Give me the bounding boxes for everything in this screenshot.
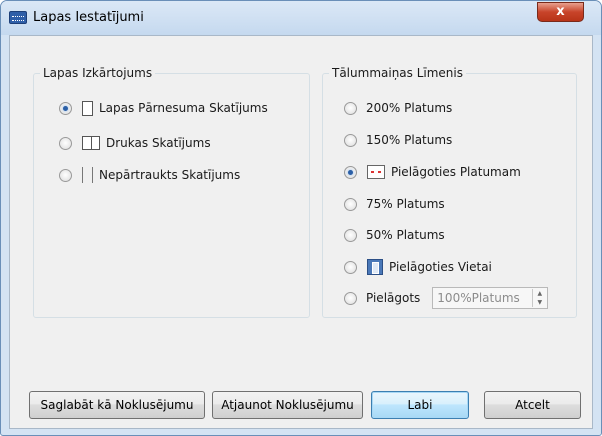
radio-page-flip[interactable]	[59, 101, 72, 115]
layout-option-print[interactable]: Drukas Skatījums	[59, 134, 211, 152]
spin-up-icon[interactable]: ▲	[533, 289, 546, 298]
app-icon	[9, 11, 27, 24]
layout-option-label: Lapas Pārnesuma Skatījums	[99, 101, 268, 115]
zoom-option-200[interactable]: 200% Platums	[344, 99, 452, 117]
zoom-option-label: Pielāgoties Platumam	[391, 165, 521, 179]
radio-zoom-50[interactable]	[344, 228, 357, 242]
radio-zoom-150[interactable]	[344, 133, 357, 147]
zoom-option-fit-width[interactable]: Pielāgoties Platumam	[344, 163, 521, 181]
fit-page-icon	[367, 259, 383, 275]
continuous-page-icon	[82, 167, 93, 183]
zoom-level-legend: Tālummaiņas Līmenis	[332, 66, 463, 80]
zoom-option-label: 75% Platums	[366, 197, 445, 211]
custom-zoom-value: 100%Platums	[437, 291, 520, 305]
radio-zoom-fit-width[interactable]	[344, 165, 357, 179]
fit-width-icon	[367, 165, 385, 179]
spin-down-icon[interactable]: ▼	[533, 298, 546, 307]
zoom-option-label: Pielāgots	[366, 291, 421, 305]
cancel-button[interactable]: Atcelt	[484, 391, 581, 419]
dialog-body: Lapas Izkārtojums Lapas Pārnesuma Skatīj…	[9, 35, 593, 429]
page-layout-legend: Lapas Izkārtojums	[43, 66, 153, 80]
zoom-option-label: 50% Platums	[366, 228, 445, 242]
radio-zoom-custom[interactable]	[344, 291, 357, 305]
save-as-default-button[interactable]: Saglabāt kā Noklusējumu	[29, 391, 205, 419]
zoom-option-label: 200% Platums	[366, 101, 453, 115]
zoom-option-150[interactable]: 150% Platums	[344, 131, 452, 149]
two-page-icon	[82, 136, 100, 150]
zoom-option-label: 150% Platums	[366, 133, 453, 147]
zoom-option-50[interactable]: 50% Platums	[344, 226, 445, 244]
radio-zoom-75[interactable]	[344, 197, 357, 211]
single-page-icon	[82, 100, 93, 116]
zoom-option-75[interactable]: 75% Platums	[344, 195, 445, 213]
stepper-buttons: ▲ ▼	[532, 289, 546, 307]
layout-option-label: Drukas Skatījums	[106, 136, 211, 150]
title-bar[interactable]: Lapas Iestatījumi x	[1, 1, 601, 35]
radio-zoom-200[interactable]	[344, 101, 357, 115]
page-settings-dialog: Lapas Iestatījumi x Lapas Izkārtojums La…	[0, 0, 602, 436]
radio-continuous[interactable]	[59, 168, 72, 182]
zoom-option-fit-page[interactable]: Pielāgoties Vietai	[344, 258, 492, 276]
radio-zoom-fit-page[interactable]	[344, 260, 357, 274]
window-title: Lapas Iestatījumi	[33, 10, 144, 25]
close-button[interactable]: x	[537, 2, 584, 22]
ok-button[interactable]: Labi	[371, 391, 469, 419]
radio-print[interactable]	[59, 136, 72, 150]
zoom-option-label: Pielāgoties Vietai	[389, 260, 492, 274]
zoom-option-custom[interactable]: Pielāgots 100%Platums ▲ ▼	[344, 287, 549, 309]
custom-zoom-stepper[interactable]: 100%Platums ▲ ▼	[432, 287, 549, 309]
layout-option-continuous[interactable]: Nepārtraukts Skatījums	[59, 166, 240, 184]
layout-option-label: Nepārtraukts Skatījums	[99, 168, 241, 182]
restore-default-button[interactable]: Atjaunot Noklusējumu	[212, 391, 363, 419]
layout-option-page-flip[interactable]: Lapas Pārnesuma Skatījums	[59, 99, 268, 117]
